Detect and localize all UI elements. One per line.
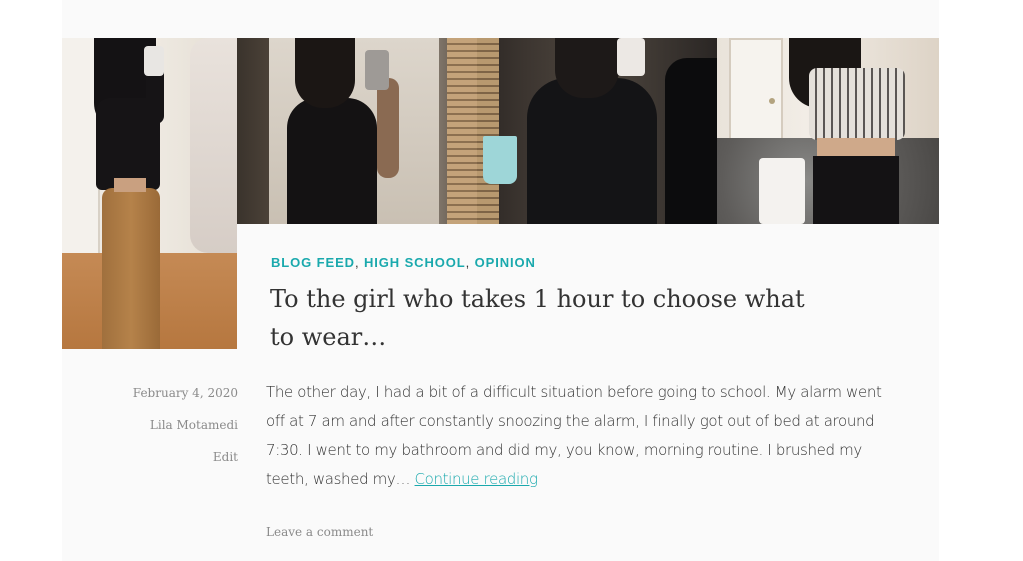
category-link-opinion[interactable]: OPINION [475, 255, 536, 270]
leave-comment-link[interactable]: Leave a comment [266, 525, 373, 539]
post-author-link[interactable]: Lila Motamedi [150, 418, 238, 432]
outfit-photo-2 [237, 38, 477, 224]
category-link-blog-feed[interactable]: BLOG FEED [271, 255, 355, 270]
outfit-photo-4 [717, 38, 939, 224]
post-title[interactable]: To the girl who takes 1 hour to choose w… [270, 280, 830, 356]
edit-post-link[interactable]: Edit [213, 450, 238, 464]
outfit-photo-1[interactable] [62, 38, 237, 349]
category-separator: , [465, 255, 471, 270]
continue-reading-link[interactable]: Continue reading [415, 470, 538, 488]
category-link-high-school[interactable]: HIGH SCHOOL [364, 255, 466, 270]
excerpt-text: The other day, I had a bit of a difficul… [266, 383, 882, 488]
category-separator: , [354, 255, 360, 270]
post-meta: February 4, 2020 Lila Motamedi Edit [100, 384, 238, 480]
post-date-link[interactable]: February 4, 2020 [133, 386, 238, 400]
outfit-photo-3 [477, 38, 717, 224]
post-excerpt: The other day, I had a bit of a difficul… [266, 378, 896, 494]
post-categories: BLOG FEED, HIGH SCHOOL, OPINION [271, 255, 536, 270]
